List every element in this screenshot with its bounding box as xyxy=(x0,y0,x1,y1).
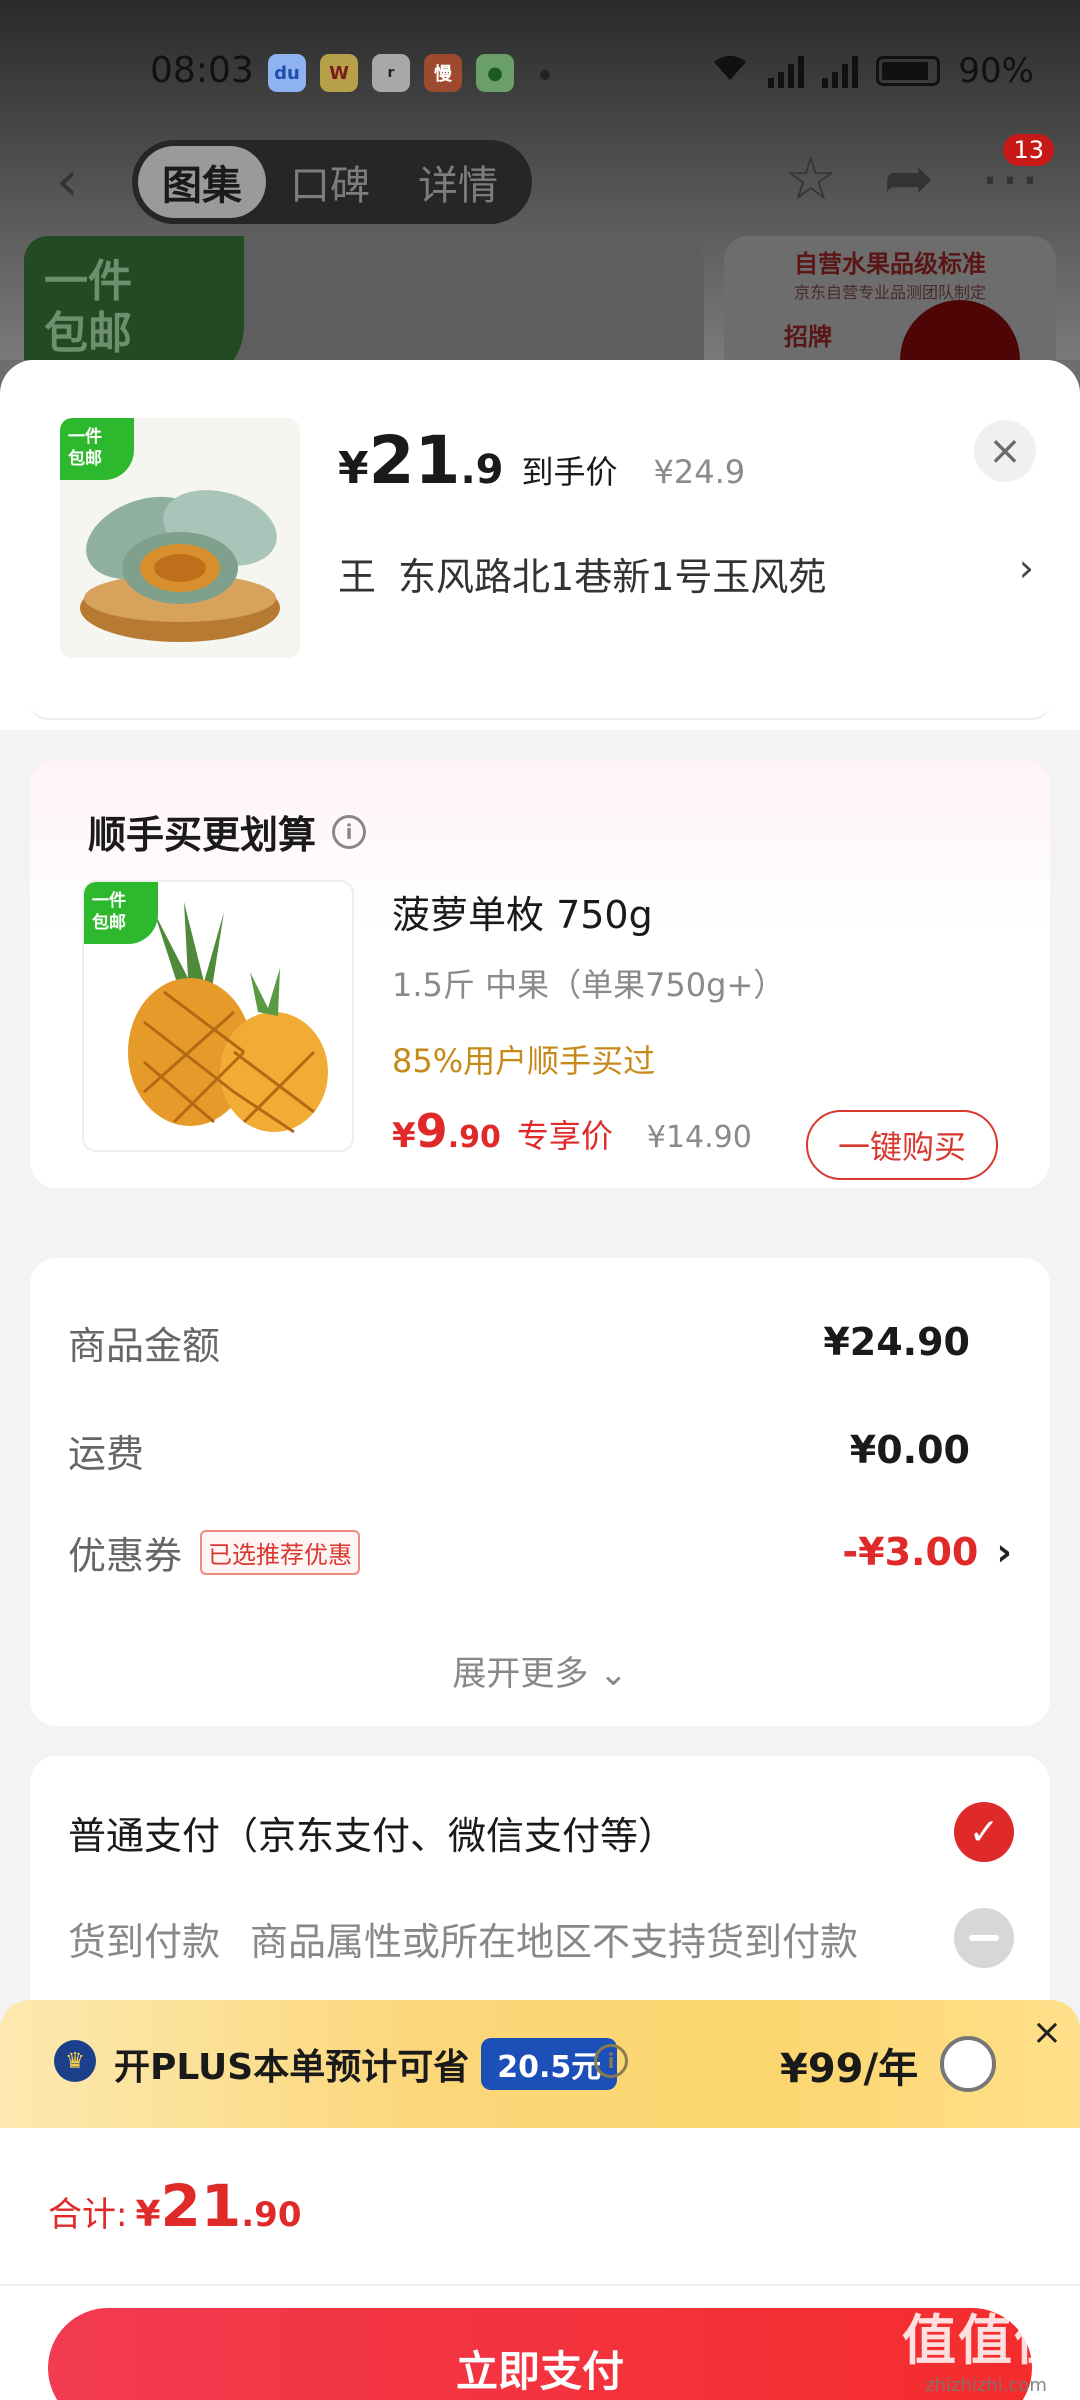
expand-more-button[interactable]: 展开更多 ⌄ xyxy=(30,1646,1050,1695)
address-text: 东风路北1巷新1号玉风苑 xyxy=(398,555,827,599)
upsell-original-price: ¥14.90 xyxy=(646,1120,752,1155)
payment-normal-label: 普通支付（京东支付、微信支付等） xyxy=(68,1813,677,1858)
coupon-chip: 已选推荐优惠 xyxy=(200,1529,361,1575)
plus-text-group: 开PLUS本单预计可省 20.5元 xyxy=(114,2038,618,2090)
footer-divider xyxy=(0,2284,1080,2286)
star-icon[interactable]: ☆ xyxy=(784,144,838,214)
battery-icon xyxy=(876,55,941,86)
delivery-address[interactable]: 王 东风路北1巷新1号玉风苑 xyxy=(338,546,826,601)
upsell-price: ¥ 9 .90 专享价 ¥14.90 xyxy=(392,1104,752,1158)
plus-text: 开PLUS本单预计可省 xyxy=(114,2047,470,2088)
crown-icon: ♛ xyxy=(54,2040,96,2082)
wifi-icon xyxy=(710,50,750,91)
upsell-product-name[interactable]: 菠萝单枚 750g xyxy=(392,884,653,939)
chevron-right-icon[interactable]: › xyxy=(1019,546,1034,590)
coupon-value-group: -¥3.00 › xyxy=(842,1530,1012,1574)
pineapple-image[interactable]: 一件 包邮 xyxy=(82,880,354,1152)
chevron-right-icon[interactable]: › xyxy=(996,1530,1012,1574)
background-product-page: 08:03 du W r 慢 ● 90% ‹ 图集 口碑 详情 ☆ ➦ ⋯ 13… xyxy=(0,0,1080,360)
summary-row-shipping: 运费 ¥0.00 xyxy=(68,1420,1012,1480)
quality-subtitle: 京东自营专业品测团队制定 xyxy=(793,283,986,302)
upsell-card: 顺手买更划算 i 一件 包邮 菠萝单枚 750g 1.5斤 中果（单果750g+… xyxy=(30,760,1050,1188)
product-header: 一件 包邮 ¥ 21 .9 到手价 ¥24.9 × 王 东风路北1巷新1号玉风苑… xyxy=(0,360,1080,730)
info-icon[interactable]: i xyxy=(594,2044,628,2078)
shipping-label: 运费 xyxy=(68,1431,145,1476)
status-bar: 08:03 du W r 慢 ● 90% xyxy=(0,40,1080,110)
one-click-buy-button[interactable]: 一键购买 xyxy=(806,1110,998,1180)
signal-icon-2 xyxy=(822,54,859,88)
plus-membership-banner[interactable]: ♛ 开PLUS本单预计可省 20.5元 i ¥99/年 × xyxy=(0,2000,1080,2128)
status-right-group: 90% xyxy=(710,50,1034,91)
close-icon[interactable]: × xyxy=(1032,2012,1062,2053)
cart-badge: 13 xyxy=(1003,134,1054,166)
nav-actions: ☆ ➦ ⋯ xyxy=(784,144,1040,214)
summary-row-subtotal: 商品金额 ¥24.90 xyxy=(68,1312,1012,1372)
quality-title: 自营水果品级标准 xyxy=(794,250,986,278)
upsell-product-spec: 1.5斤 中果（单果750g+） xyxy=(392,966,786,1004)
back-icon[interactable]: ‹ xyxy=(56,154,96,210)
baidu-icon: du xyxy=(268,54,306,92)
more-notifications-dot xyxy=(540,70,550,80)
upsell-freeship-tag: 一件 包邮 xyxy=(84,882,158,944)
original-price: ¥24.9 xyxy=(653,453,746,491)
subtotal-value: ¥24.90 xyxy=(823,1320,970,1364)
realme-icon: r xyxy=(372,54,410,92)
shipping-value: ¥0.00 xyxy=(849,1428,970,1472)
summary-row-coupon[interactable]: 优惠券 已选推荐优惠 -¥3.00 › xyxy=(68,1522,1012,1582)
cod-label-group: 货到付款 商品属性或所在地区不支持货到付款 xyxy=(68,1911,858,1966)
coupon-value: -¥3.00 xyxy=(842,1530,979,1574)
total-label: 合计: xyxy=(48,2195,128,2235)
tab-reviews[interactable]: 口碑 xyxy=(266,146,394,218)
tab-bar: 图集 口碑 详情 xyxy=(132,140,532,224)
coupon-label: 优惠券 xyxy=(68,1533,183,1578)
check-icon[interactable]: ✓ xyxy=(954,1802,1014,1862)
weibo-icon: W xyxy=(320,54,358,92)
header-divider-strip xyxy=(30,680,1050,720)
payment-option-normal[interactable]: 普通支付（京东支付、微信支付等） ✓ xyxy=(68,1800,1014,1864)
upsell-social-proof: 85%用户顺手买过 xyxy=(392,1042,656,1080)
product-image: 一件 包邮 xyxy=(60,418,300,658)
status-notification-icons: du W r 慢 ● xyxy=(268,54,514,92)
disabled-radio-icon xyxy=(954,1908,1014,1968)
cod-label: 货到付款 xyxy=(68,1919,221,1964)
info-icon[interactable]: i xyxy=(332,814,367,849)
quality-standard-banner: 自营水果品级标准 京东自营专业品测团队制定 招牌 xyxy=(724,236,1056,360)
pay-now-button[interactable]: 立即支付 xyxy=(48,2308,1032,2400)
battery-percent: 90% xyxy=(958,50,1034,91)
signal-icon-1 xyxy=(768,54,805,88)
plus-price: ¥99/年 xyxy=(780,2046,919,2092)
checkout-sheet: 一件 包邮 ¥ 21 .9 到手价 ¥24.9 × 王 东风路北1巷新1号玉风苑… xyxy=(0,360,1080,2400)
tab-details[interactable]: 详情 xyxy=(394,146,522,218)
apple-image xyxy=(900,300,1020,360)
upsell-price-label: 专享价 xyxy=(516,1117,613,1155)
plus-radio-button[interactable] xyxy=(940,2036,996,2092)
upsell-title: 顺手买更划算 i xyxy=(88,804,367,859)
share-icon[interactable]: ➦ xyxy=(884,144,934,214)
tab-gallery[interactable]: 图集 xyxy=(138,146,266,218)
coupon-label-group: 优惠券 已选推荐优惠 xyxy=(68,1525,361,1580)
top-nav: ‹ 图集 口碑 详情 ☆ ➦ ⋯ 13 xyxy=(0,134,1080,224)
final-price: ¥ 21 .9 到手价 ¥24.9 xyxy=(338,422,746,499)
final-price-label: 到手价 xyxy=(521,453,618,491)
freeship-tag: 一件 包邮 xyxy=(60,418,134,480)
freeship-banner-tag: 一件 包邮 xyxy=(24,236,244,360)
close-button[interactable]: × xyxy=(974,420,1036,482)
watermark: 值值值 zhizhizhi.com xyxy=(902,2309,1070,2396)
order-total: 合计: ¥ 21 .90 xyxy=(48,2172,302,2240)
recipient-name: 王 xyxy=(338,555,377,599)
cod-reason: 商品属性或所在地区不支持货到付款 xyxy=(250,1919,859,1964)
payment-option-cod: 货到付款 商品属性或所在地区不支持货到付款 xyxy=(68,1906,1014,1970)
subtotal-label: 商品金额 xyxy=(68,1323,221,1368)
status-time: 08:03 xyxy=(150,50,254,91)
wechat-icon: ● xyxy=(476,54,514,92)
order-summary-card: 商品金额 ¥24.90 运费 ¥0.00 优惠券 已选推荐优惠 -¥3.00 ›… xyxy=(30,1258,1050,1726)
man-icon: 慢 xyxy=(424,54,462,92)
